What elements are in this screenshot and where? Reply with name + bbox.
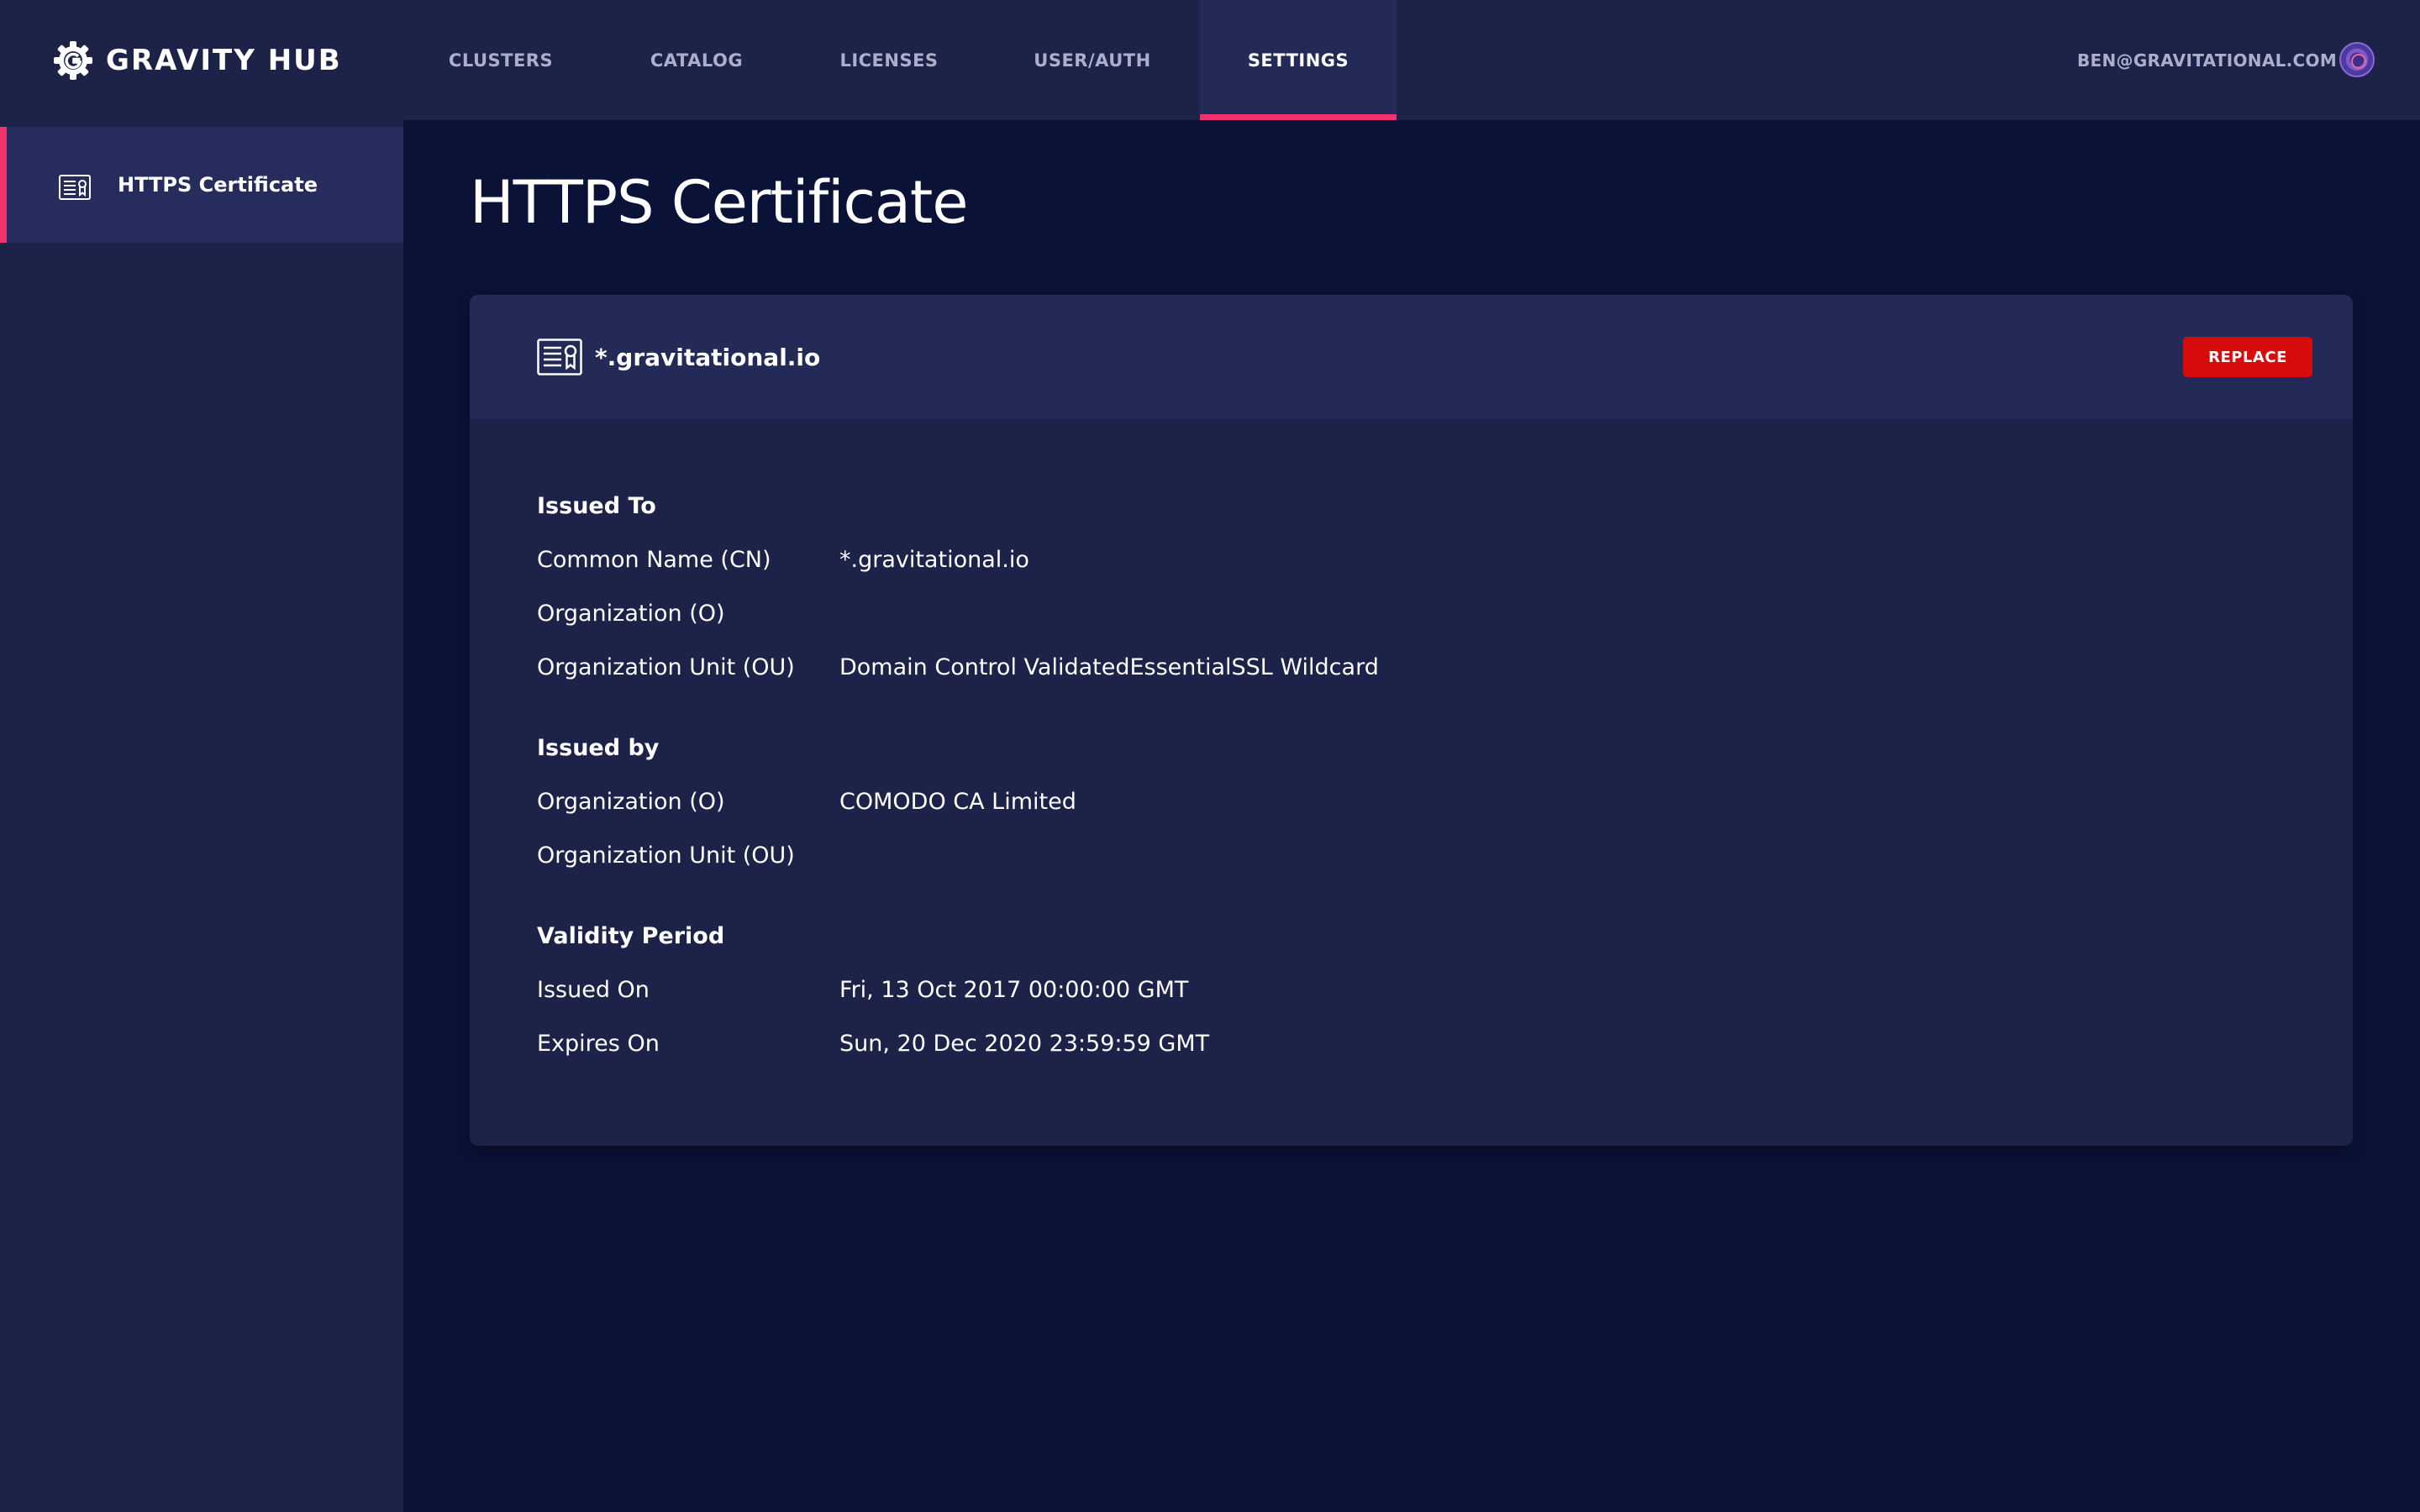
- certificate-icon: [537, 339, 582, 375]
- user-email[interactable]: BEN@GRAVITATIONAL.COM: [2077, 0, 2337, 120]
- section-title-issued-to: Issued To: [537, 493, 656, 519]
- certificate-icon: [59, 175, 91, 200]
- section-title-validity-period: Validity Period: [537, 923, 725, 949]
- brand[interactable]: GRAVITY HUB: [52, 0, 342, 120]
- tab-clusters-label: CLUSTERS: [448, 50, 554, 71]
- active-tab-indicator: [1200, 114, 1397, 120]
- avatar-icon[interactable]: [2339, 42, 2375, 77]
- field-label: Common Name (CN): [537, 547, 771, 573]
- field-value-issuer-organization: COMODO CA Limited: [839, 789, 1076, 815]
- page-title: HTTPS Certificate: [470, 168, 968, 237]
- field-label: Organization Unit (OU): [537, 843, 795, 869]
- brand-name: GRAVITY HUB: [106, 43, 342, 77]
- tab-clusters[interactable]: CLUSTERS: [427, 0, 575, 120]
- tab-licenses[interactable]: LICENSES: [815, 0, 963, 120]
- tab-user-auth-label: USER/AUTH: [1034, 50, 1151, 71]
- field-value-expires-on: Sun, 20 Dec 2020 23:59:59 GMT: [839, 1031, 1210, 1057]
- field-label: Organization (O): [537, 789, 725, 815]
- tab-licenses-label: LICENSES: [839, 50, 939, 71]
- replace-button[interactable]: REPLACE: [2183, 337, 2312, 377]
- tab-user-auth[interactable]: USER/AUTH: [1018, 0, 1166, 120]
- field-label: Expires On: [537, 1031, 660, 1057]
- field-value-common-name: *.gravitational.io: [839, 547, 1029, 573]
- tab-catalog-label: CATALOG: [650, 50, 744, 71]
- section-title-issued-by: Issued by: [537, 735, 660, 761]
- active-item-indicator: [0, 127, 7, 243]
- gear-logo-icon: [54, 40, 92, 80]
- top-navigation-bar: GRAVITY HUB CLUSTERS CATALOG LICENSES US…: [0, 0, 2420, 120]
- sidebar-item-label: HTTPS Certificate: [118, 173, 318, 197]
- tab-settings[interactable]: SETTINGS: [1200, 0, 1397, 120]
- field-value-issued-on: Fri, 13 Oct 2017 00:00:00 GMT: [839, 977, 1189, 1003]
- field-label: Organization Unit (OU): [537, 654, 795, 680]
- sidebar-item-https-certificate[interactable]: HTTPS Certificate: [0, 127, 403, 243]
- field-label: Issued On: [537, 977, 650, 1003]
- tab-catalog[interactable]: CATALOG: [623, 0, 771, 120]
- certificate-card: *.gravitational.io REPLACE Issued To Com…: [470, 295, 2353, 1146]
- tab-settings-label: SETTINGS: [1247, 50, 1349, 71]
- field-value-organization-unit: Domain Control ValidatedEssentialSSL Wil…: [839, 654, 1379, 680]
- field-label: Organization (O): [537, 601, 725, 627]
- certificate-card-header: *.gravitational.io REPLACE: [470, 295, 2353, 419]
- sidebar: HTTPS Certificate: [0, 120, 403, 1512]
- certificate-name: *.gravitational.io: [595, 343, 821, 371]
